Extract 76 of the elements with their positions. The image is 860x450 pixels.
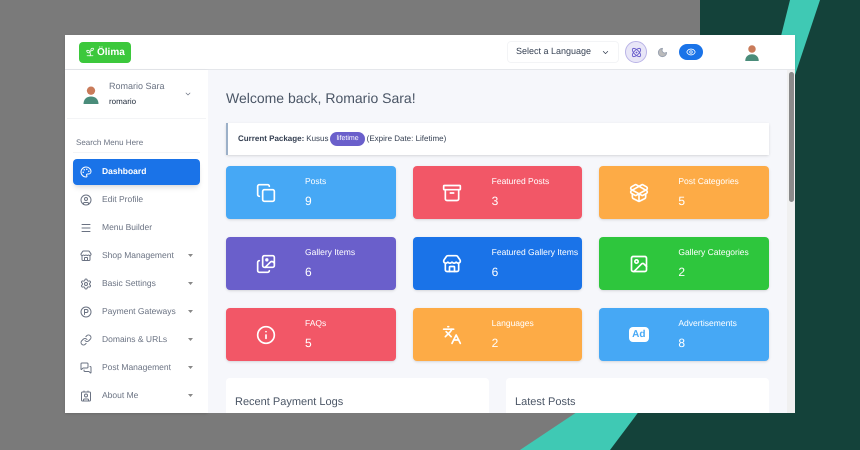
stat-label: FAQs	[305, 317, 326, 330]
id-card-icon	[80, 390, 92, 402]
stat-card[interactable]: FAQs 5	[226, 308, 396, 361]
avatar-icon	[81, 84, 101, 104]
eye-icon	[686, 47, 696, 57]
package-label: Current Package:	[238, 133, 304, 145]
search-field[interactable]: Search Menu Here	[73, 132, 200, 152]
store-icon	[442, 254, 462, 274]
stat-label: Post Categories	[678, 175, 739, 188]
stat-value: 6	[305, 264, 313, 281]
language-select[interactable]: Select a Language	[507, 41, 619, 63]
menu-item[interactable]: Domains & URLs	[73, 326, 200, 352]
stat-label: Posts	[305, 175, 326, 188]
stat-value: 6	[492, 264, 500, 281]
menu-item[interactable]: About Me	[73, 382, 200, 408]
theme-button[interactable]	[625, 41, 647, 63]
stat-value: 5	[305, 334, 313, 352]
chat-icon	[80, 362, 92, 374]
moon-icon	[656, 46, 668, 58]
stat-card[interactable]: Gallery Items 6	[226, 237, 396, 290]
panel-title: Latest Posts	[515, 396, 576, 408]
images-icon	[256, 254, 276, 274]
expire-date: (Expire Date: Lifetime)	[366, 133, 446, 145]
user-icon	[80, 194, 92, 206]
stat-card[interactable]: Featured Posts 3	[412, 166, 582, 219]
info-icon	[256, 324, 276, 344]
caret-icon	[188, 282, 193, 285]
menu-item[interactable]: Menu Builder	[73, 214, 200, 240]
menu-item[interactable]: Post Management	[73, 354, 200, 380]
menu-item[interactable]: Basic Settings	[73, 270, 200, 296]
stat-value: 9	[305, 192, 313, 210]
p-letter-icon	[80, 306, 92, 318]
stat-value: 3	[492, 192, 500, 210]
image-icon	[628, 254, 649, 274]
scrollbar[interactable]	[787, 70, 795, 413]
package-name: Kusus	[306, 133, 328, 145]
stat-label: Featured Gallery Items	[492, 246, 578, 259]
caret-icon	[188, 366, 193, 369]
archive-icon	[442, 182, 462, 202]
caret-icon	[188, 310, 193, 313]
menu-item[interactable]: Shop Management	[73, 242, 200, 268]
panel-title: Recent Payment Logs	[235, 396, 344, 408]
open-box-icon	[628, 182, 649, 202]
stat-label: Gallery Categories	[678, 246, 749, 259]
stat-label: Featured Posts	[492, 175, 550, 188]
stat-label: Gallery Items	[305, 246, 356, 259]
stat-value: 2	[492, 334, 500, 352]
sprout-icon	[85, 47, 95, 57]
caret-icon	[188, 254, 193, 257]
menu-icon	[80, 222, 92, 234]
stat-label: Advertisements	[678, 317, 737, 330]
atom-icon	[630, 46, 642, 58]
menu-item[interactable]: Edit Profile	[73, 186, 200, 212]
stat-value: 8	[678, 334, 686, 352]
translate-icon	[442, 324, 462, 344]
preview-button[interactable]	[679, 44, 703, 60]
menu-item[interactable]: Dashboard	[73, 158, 200, 184]
user-name: Romario Sara	[109, 80, 165, 93]
stat-card[interactable]: Featured Gallery Items 6	[412, 237, 582, 290]
palette-icon	[80, 166, 92, 178]
stat-label: Languages	[492, 317, 534, 330]
store-icon	[80, 250, 92, 262]
stat-card[interactable]: Posts 9	[226, 166, 396, 219]
ad-icon: Ad	[629, 327, 648, 342]
stat-value: 5	[678, 192, 686, 210]
page-title: Welcome back, Romario Sara!	[226, 89, 417, 108]
user-handle: romario	[109, 96, 138, 108]
caret-icon	[188, 394, 193, 397]
stat-card[interactable]: Ad Advertisements 8	[599, 308, 769, 361]
caret-icon	[188, 338, 193, 341]
menu-item[interactable]: Payment Gateways	[73, 298, 200, 324]
stat-value: 2	[678, 264, 686, 281]
settings-icon	[80, 278, 92, 290]
avatar-icon	[743, 43, 761, 61]
stack-icon	[256, 182, 276, 202]
link-icon	[80, 334, 92, 346]
